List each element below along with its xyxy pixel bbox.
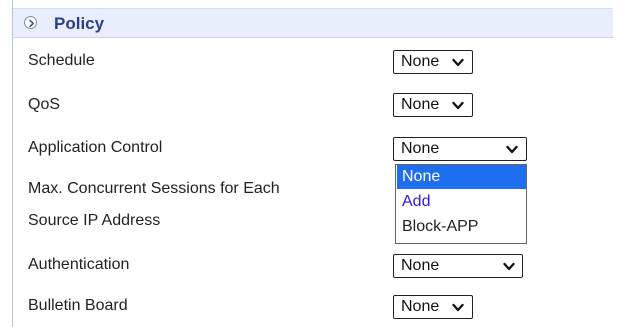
chevron-down-icon xyxy=(452,58,464,67)
dropdown-option-none[interactable]: None xyxy=(397,165,526,189)
qos-select-value: None xyxy=(401,96,440,113)
authentication-select-value: None xyxy=(401,257,440,274)
bulletin-board-label: Bulletin Board xyxy=(28,297,128,314)
expand-circle-icon[interactable] xyxy=(24,16,37,29)
application-control-select[interactable]: None xyxy=(393,137,527,161)
chevron-down-icon xyxy=(452,303,464,312)
policy-page: Policy Schedule None QoS None Applicatio… xyxy=(0,0,623,327)
application-control-label: Application Control xyxy=(28,139,163,156)
left-border xyxy=(12,0,13,327)
schedule-label: Schedule xyxy=(28,52,95,69)
chevron-down-icon xyxy=(452,101,464,110)
dropdown-option-block-app[interactable]: Block-APP xyxy=(397,215,526,239)
policy-section-header[interactable]: Policy xyxy=(13,8,613,38)
policy-title: Policy xyxy=(54,14,105,33)
max-sessions-label-line2: Source IP Address xyxy=(28,212,161,229)
bulletin-board-select-value: None xyxy=(401,298,440,315)
schedule-select-value: None xyxy=(401,53,440,70)
authentication-label: Authentication xyxy=(28,256,130,273)
authentication-select[interactable]: None xyxy=(393,254,523,278)
chevron-down-icon xyxy=(506,145,518,154)
max-sessions-label-line1: Max. Concurrent Sessions for Each xyxy=(28,180,280,197)
application-control-dropdown-list[interactable]: None Add Block-APP xyxy=(395,164,527,244)
chevron-down-icon xyxy=(503,262,515,271)
schedule-select[interactable]: None xyxy=(393,50,473,74)
dropdown-option-add[interactable]: Add xyxy=(397,190,526,214)
qos-select[interactable]: None xyxy=(393,93,473,117)
bulletin-board-select[interactable]: None xyxy=(393,295,473,319)
qos-label: QoS xyxy=(28,96,61,113)
application-control-select-value: None xyxy=(401,140,440,157)
